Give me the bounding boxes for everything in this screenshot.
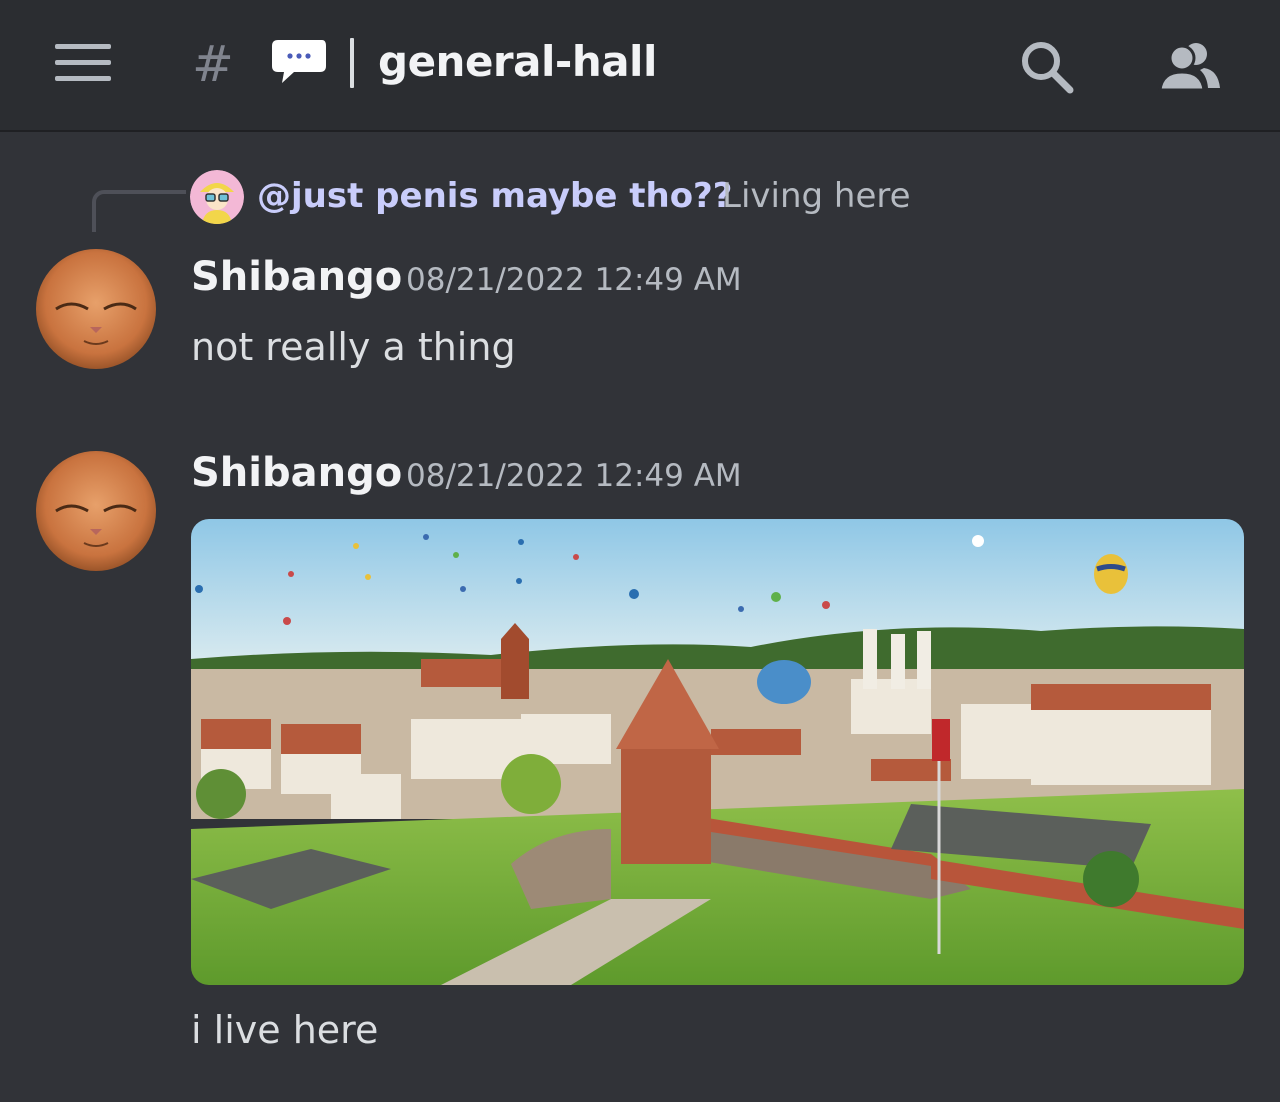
message-username[interactable]: Shibango <box>191 447 402 499</box>
channel-header: # general-hall <box>0 0 1280 132</box>
message-timestamp: 08/21/2022 12:49 AM <box>406 458 742 494</box>
search-icon[interactable] <box>1018 38 1076 94</box>
message-username[interactable]: Shibango <box>191 251 402 303</box>
speech-balloon-icon <box>272 40 326 83</box>
reply-preview-text[interactable]: Living here <box>722 173 911 219</box>
reply-username[interactable]: @just penis maybe tho?? <box>257 173 733 219</box>
avatar[interactable] <box>36 451 156 571</box>
channel-hash-icon: # <box>192 35 234 93</box>
message-timestamp: 08/21/2022 12:49 AM <box>406 262 742 298</box>
channel-name[interactable]: general-hall <box>378 32 657 92</box>
menu-icon[interactable] <box>55 44 111 84</box>
reply-connector <box>92 190 186 232</box>
image-attachment[interactable] <box>191 519 1244 985</box>
message-text: i live here <box>191 1008 379 1052</box>
message-text: not really a thing <box>191 325 516 369</box>
channel-separator <box>350 38 354 88</box>
reply-avatar[interactable] <box>190 170 244 224</box>
avatar[interactable] <box>36 249 156 369</box>
members-icon[interactable] <box>1158 38 1222 94</box>
